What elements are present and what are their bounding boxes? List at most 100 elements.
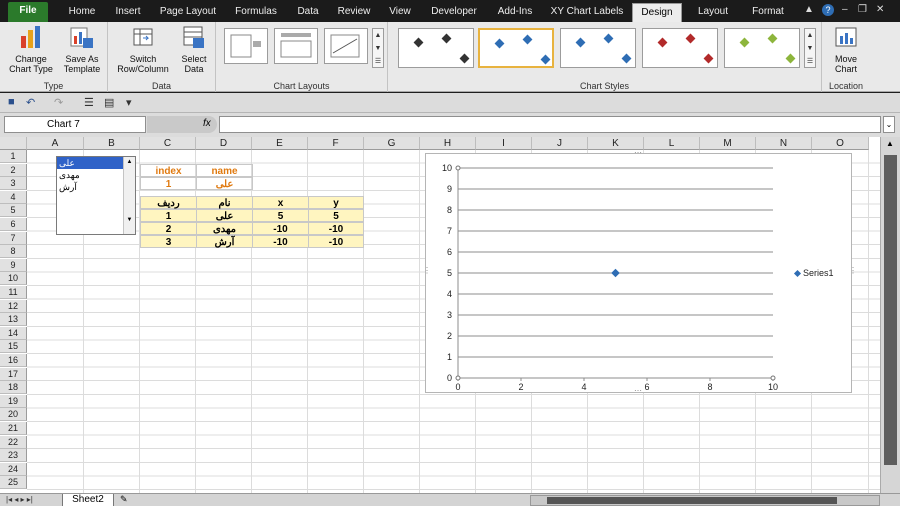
row-header-18[interactable]: 18 [0,381,27,395]
form-icon[interactable]: ▤ [104,96,114,109]
column-header-l[interactable]: L [644,137,700,150]
vertical-scrollbar[interactable]: ▲ [880,137,900,493]
row-header-4[interactable]: 4 [0,190,27,204]
table-cell[interactable]: 3 [140,235,197,248]
tab-developer[interactable]: Developer [424,3,484,22]
tab-review[interactable]: Review [332,3,376,22]
row-header-5[interactable]: 5 [0,204,27,218]
listbox-item[interactable]: علی [57,157,123,169]
redo-icon[interactable]: ↷ [54,96,63,109]
window-restore-icon[interactable]: ❐ [858,4,867,15]
row-header-23[interactable]: 23 [0,449,27,463]
chart-style-2[interactable] [478,28,554,68]
window-close-icon[interactable]: ✕ [876,4,884,15]
row-header-14[interactable]: 14 [0,326,27,340]
column-header-d[interactable]: D [196,137,252,150]
column-header-c[interactable]: C [140,137,196,150]
chart-style-1[interactable] [398,28,474,68]
select-data-button[interactable]: Select Data [174,24,214,74]
resize-handle-top[interactable]: ⋯ [634,148,642,157]
column-header-b[interactable]: B [84,137,140,150]
column-header-h[interactable]: H [420,137,476,150]
data-header-y[interactable]: y [308,196,364,209]
tab-format[interactable]: Format [744,3,792,22]
column-header-e[interactable]: E [252,137,308,150]
help-icon[interactable]: ? [822,4,834,16]
row-header-21[interactable]: 21 [0,422,27,435]
expand-formula-bar-icon[interactable]: ⌄ [883,116,895,133]
data-header-x[interactable]: x [252,196,309,209]
tab-insert[interactable]: Insert [108,3,148,22]
row-header-6[interactable]: 6 [0,218,27,231]
chart-layout-1[interactable] [224,28,268,64]
table-cell[interactable]: 2 [140,222,197,235]
row-header-17[interactable]: 17 [0,367,27,381]
sheet-tab-sheet2[interactable]: Sheet2 [62,494,114,506]
switch-row-column-button[interactable]: Switch Row/Column [112,24,174,74]
horizontal-scrollbar[interactable] [530,495,880,506]
table-cell[interactable]: -10 [308,222,364,235]
resize-handle-right[interactable]: ⋮ [849,266,857,275]
row-header-1[interactable]: 1 [0,150,27,163]
move-chart-button[interactable]: Move Chart [826,24,866,74]
formula-input[interactable] [219,116,881,133]
row-header-19[interactable]: 19 [0,394,27,408]
row-header-24[interactable]: 24 [0,462,27,476]
chart-style-5[interactable] [724,28,800,68]
column-header-o[interactable]: O [812,137,869,150]
row-header-11[interactable]: 11 [0,286,27,299]
resize-handle-left[interactable]: ⋮ [423,266,431,275]
worksheet-grid[interactable]: ABCDEFGHIJKLMNO 1 2 3 4 5 6 7 8 9 10 11 12 13 14 15 16 1… [0,137,880,493]
row-header-22[interactable]: 22 [0,435,27,449]
table-cell[interactable]: -10 [308,235,364,248]
name-value[interactable]: علی [196,177,253,190]
scroll-up-icon[interactable]: ▲ [886,139,894,148]
tab-data[interactable]: Data [288,3,328,22]
table-cell[interactable]: 1 [140,209,197,222]
data-header-name[interactable]: نام [196,196,253,209]
tab-file[interactable]: File [8,2,48,22]
row-header-3[interactable]: 3 [0,177,27,191]
align-icon[interactable]: ☰ [84,96,94,109]
chart-style-4[interactable] [642,28,718,68]
row-header-2[interactable]: 2 [0,163,27,177]
chart-styles-scroll[interactable]: ▲ ▼ ☰ [804,28,816,68]
tab-layout[interactable]: Layout [690,3,736,22]
row-header-15[interactable]: 15 [0,340,27,354]
table-cell[interactable]: 5 [252,209,309,222]
names-listbox[interactable]: علی مهدی آرش ▲ ▼ [56,156,136,235]
scatter-chart[interactable]: 0 1 2 3 4 5 6 7 8 9 10 0 2 4 6 8 10 Series1 ⋯ ⋯ ⋮ ⋮ [423,148,857,395]
row-header-10[interactable]: 10 [0,272,27,286]
row-header-16[interactable]: 16 [0,354,27,367]
horizontal-scroll-thumb[interactable] [547,497,837,504]
tab-view[interactable]: View [382,3,418,22]
name-header[interactable]: name [196,164,253,177]
undo-icon[interactable]: ↶ [26,96,35,109]
customize-qat-icon[interactable]: ▾ [126,96,132,109]
row-header-25[interactable]: 25 [0,476,27,490]
tab-page-layout[interactable]: Page Layout [154,3,222,22]
name-box[interactable]: Chart 7 [4,116,146,133]
tab-xy-chart-labels[interactable]: XY Chart Labels [546,3,628,22]
listbox-scrollbar[interactable]: ▲ ▼ [123,157,135,234]
tab-design[interactable]: Design [632,3,682,22]
index-header[interactable]: index [140,164,197,177]
column-header-j[interactable]: J [532,137,588,150]
row-header-8[interactable]: 8 [0,245,27,259]
column-header-f[interactable]: F [308,137,364,150]
column-header-g[interactable]: G [364,137,420,150]
column-header-n[interactable]: N [756,137,812,150]
data-header-row-number[interactable]: ردیف [140,196,197,209]
vertical-scroll-thumb[interactable] [884,155,897,465]
insert-sheet-icon[interactable]: ✎ [120,494,128,505]
table-cell[interactable]: آرش [196,235,253,248]
table-cell[interactable]: علی [196,209,253,222]
table-cell[interactable]: 5 [308,209,364,222]
tab-add-ins[interactable]: Add-Ins [490,3,540,22]
resize-handle-bottom[interactable]: ⋯ [634,386,642,395]
sheet-nav-arrows-icon[interactable]: |◂ ◂ ▸ ▸| [6,495,33,504]
select-all-corner[interactable] [0,137,27,150]
minimize-ribbon-icon[interactable]: ▲ [804,4,814,15]
column-header-i[interactable]: I [476,137,532,150]
table-cell[interactable]: -10 [252,222,309,235]
